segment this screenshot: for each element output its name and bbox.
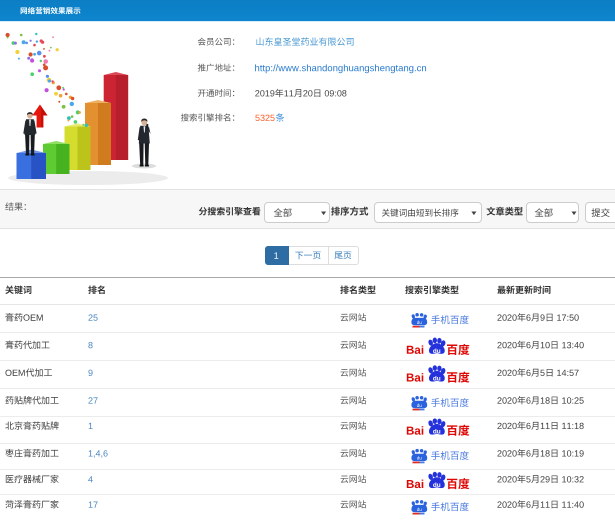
svg-text:du: du [433,376,441,383]
svg-text:du: du [417,403,423,408]
svg-text:du: du [433,429,441,436]
svg-text:du: du [417,507,423,512]
svg-text:du: du [417,456,423,461]
svg-text:du: du [417,320,423,325]
svg-text:du: du [433,482,441,489]
svg-text:du: du [433,348,441,355]
